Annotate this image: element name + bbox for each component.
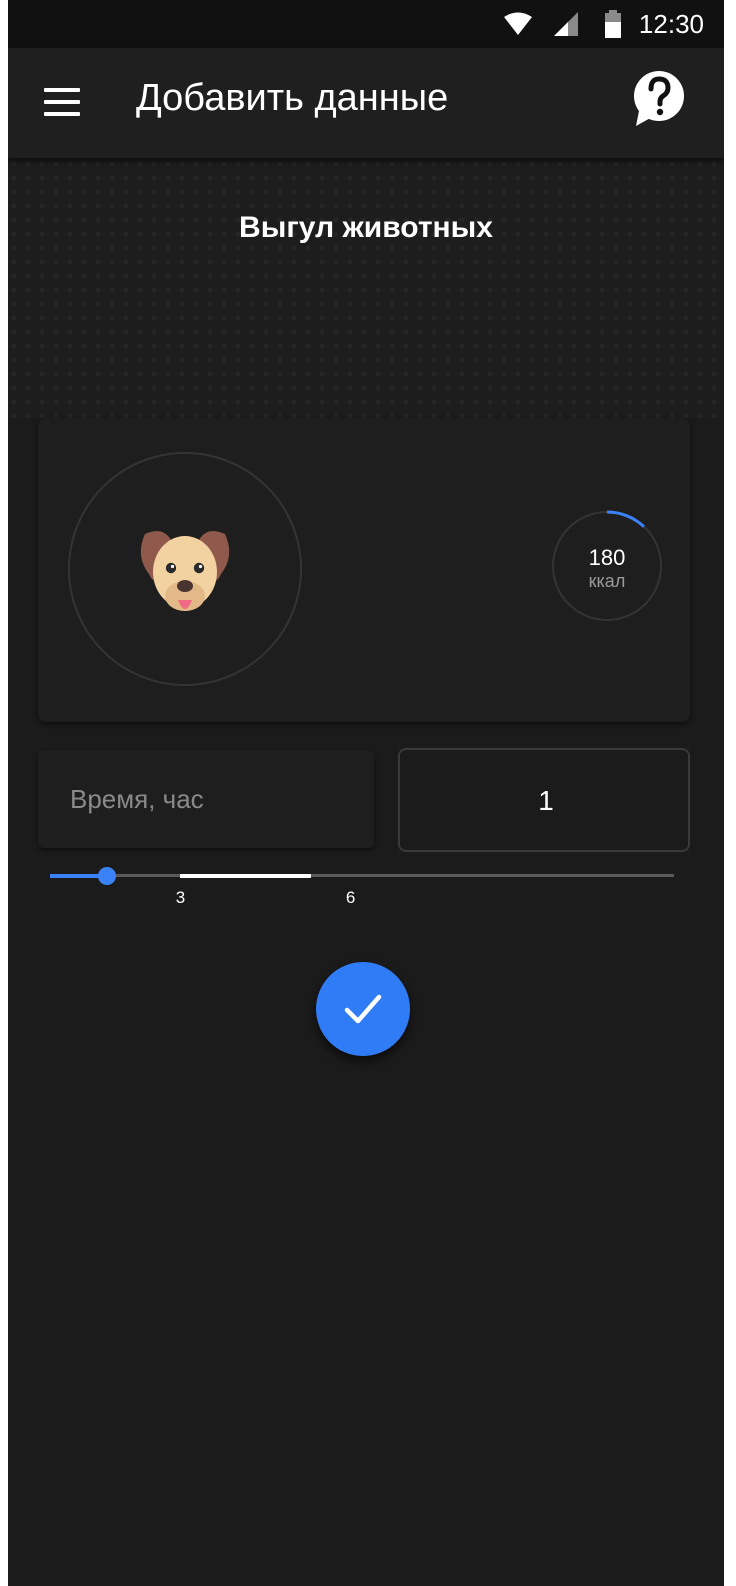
status-time: 12:30 [638,9,704,39]
slider-track [50,874,674,877]
time-label-box: Время, час [38,750,374,848]
screen: 12:30 Добавить данные Выгул животных 180… [8,0,724,1586]
page-title: Добавить данные [136,77,449,119]
help-bubble-icon[interactable] [632,70,688,130]
time-label: Время, час [70,784,204,814]
app-bar: Добавить данные [8,48,724,158]
calorie-value: 180 [588,545,626,570]
activity-icon-ring [68,452,302,686]
slider-highlight-range [180,874,311,878]
checkmark-icon [344,994,382,1024]
wifi-icon [504,12,532,35]
time-slider[interactable]: 3 6 [50,862,676,912]
slider-tick-label: 3 [175,888,186,907]
activity-title: Выгул животных [239,211,493,244]
battery-icon [605,10,621,38]
dog-face-icon [140,531,230,611]
confirm-button[interactable] [316,962,410,1056]
slider-thumb[interactable] [97,867,116,885]
calorie-unit: ккал [588,571,626,591]
hamburger-menu-icon[interactable] [42,86,82,118]
hero-pattern-background [8,158,724,418]
activity-card: 180 ккал [38,418,690,722]
signal-icon [554,12,578,36]
status-bar: 12:30 [8,0,724,48]
time-input-box [398,748,692,852]
slider-tick-label: 6 [345,888,356,907]
time-input[interactable] [400,780,692,822]
